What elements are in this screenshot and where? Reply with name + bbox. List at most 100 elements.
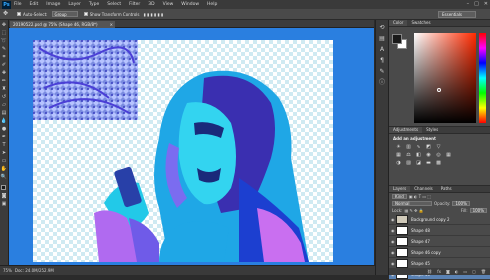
tools-panel: ✥ ⬚ ➰ ✎ ⌗ ✐ ✚ ✏ ♜ ↺ ▱ ▤ 💧 ● ✒ T ➤ ▭ ✋ 🔍 … bbox=[0, 20, 9, 265]
menu-layer[interactable]: Layer bbox=[68, 2, 81, 7]
filter-icons[interactable]: ▣ ◐ T ▭ ⬚ bbox=[409, 194, 431, 199]
brush-panel-icon[interactable]: ✎ bbox=[378, 67, 387, 76]
menu-file[interactable]: File bbox=[14, 2, 22, 7]
menu-help[interactable]: Help bbox=[207, 2, 217, 7]
tab-channels[interactable]: Channels bbox=[410, 186, 437, 192]
tab-color[interactable]: Color bbox=[389, 20, 408, 26]
new-layer-icon[interactable]: ▢ bbox=[472, 268, 476, 275]
color-balance-icon[interactable]: ⚖ bbox=[405, 152, 412, 158]
maximize-button[interactable]: □ bbox=[474, 1, 479, 7]
levels-icon[interactable]: ▥ bbox=[405, 144, 412, 150]
fx-icon[interactable]: fx bbox=[437, 268, 441, 275]
hand-icon[interactable]: ✋ bbox=[1, 166, 8, 173]
close-tab-icon[interactable]: × bbox=[110, 21, 113, 28]
pen-icon[interactable]: ✒ bbox=[1, 134, 8, 141]
lookup-icon[interactable]: ▦ bbox=[445, 152, 452, 158]
shape-icon[interactable]: ▭ bbox=[1, 158, 8, 165]
quick-select-icon[interactable]: ✎ bbox=[1, 46, 8, 53]
menu-edit[interactable]: Edit bbox=[30, 2, 39, 7]
marquee-icon[interactable]: ⬚ bbox=[1, 30, 8, 37]
selective-color-icon[interactable]: ▩ bbox=[435, 160, 442, 166]
document-tab[interactable]: 20190522.psd @ 75% (Shape 46, RGB/8*) × bbox=[10, 21, 115, 28]
history-panel-icon[interactable]: ⟲ bbox=[378, 23, 387, 32]
layer-row[interactable]: ◉ Background copy 2 bbox=[389, 214, 490, 225]
menu-select[interactable]: Select bbox=[107, 2, 121, 7]
healing-icon[interactable]: ✚ bbox=[1, 70, 8, 77]
screen-mode-icon[interactable]: ▣ bbox=[1, 201, 8, 208]
stamp-icon[interactable]: ♜ bbox=[1, 86, 8, 93]
invert-icon[interactable]: ◑ bbox=[395, 160, 402, 166]
zoom-icon[interactable]: 🔍 bbox=[1, 174, 8, 181]
channel-mixer-icon[interactable]: ◎ bbox=[435, 152, 442, 158]
history-brush-icon[interactable]: ↺ bbox=[1, 94, 8, 101]
canvas-area[interactable] bbox=[9, 28, 374, 265]
menu-3d[interactable]: 3D bbox=[148, 2, 154, 7]
eyedropper-icon[interactable]: ✐ bbox=[1, 62, 8, 69]
fill-input[interactable]: 100% bbox=[469, 208, 487, 213]
paragraph-panel-icon[interactable]: ¶ bbox=[378, 56, 387, 65]
align-icons[interactable]: ▮ ▮ ▮ ▮ ▮ ▮ bbox=[143, 12, 163, 17]
exposure-icon[interactable]: ◩ bbox=[425, 144, 432, 150]
tab-swatches[interactable]: Swatches bbox=[407, 20, 434, 26]
auto-select-dropdown[interactable]: Group bbox=[51, 11, 78, 17]
tab-layers[interactable]: Layers bbox=[389, 186, 411, 192]
crop-icon[interactable]: ⌗ bbox=[1, 54, 8, 61]
new-group-icon[interactable]: ▭ bbox=[463, 268, 467, 275]
posterize-icon[interactable]: ▨ bbox=[405, 160, 412, 166]
show-transform-checkbox[interactable] bbox=[83, 12, 88, 16]
color-picker-handle[interactable] bbox=[437, 88, 441, 92]
tab-adjustments[interactable]: Adjustments bbox=[389, 127, 423, 133]
gradient-map-icon[interactable]: ▬ bbox=[425, 160, 432, 166]
zoom-level[interactable]: 75% bbox=[3, 268, 12, 273]
auto-select-checkbox[interactable] bbox=[17, 12, 21, 16]
blend-mode-dropdown[interactable]: Normal bbox=[392, 201, 432, 206]
color-picker-field[interactable] bbox=[414, 33, 476, 123]
opacity-input[interactable]: 100% bbox=[452, 201, 470, 206]
menu-view[interactable]: View bbox=[163, 2, 174, 7]
hue-sat-icon[interactable]: ▦ bbox=[395, 152, 402, 158]
color-fg-bg[interactable] bbox=[392, 34, 408, 50]
layer-name: Shape 47 bbox=[411, 238, 430, 244]
photo-filter-icon[interactable]: ◉ bbox=[425, 152, 432, 158]
threshold-icon[interactable]: ◪ bbox=[415, 160, 422, 166]
layer-row[interactable]: ◉ Shape 47 bbox=[389, 236, 490, 247]
delete-layer-icon[interactable]: 🗑 bbox=[481, 268, 486, 275]
quick-mask-icon[interactable]: ◙ bbox=[1, 193, 8, 200]
color-swatches[interactable] bbox=[0, 185, 8, 192]
menu-window[interactable]: Window bbox=[181, 2, 199, 7]
menu-type[interactable]: Type bbox=[89, 2, 99, 7]
move-icon[interactable]: ✥ bbox=[1, 22, 8, 29]
blur-icon[interactable]: 💧 bbox=[1, 118, 8, 125]
info-panel-icon[interactable]: ⓘ bbox=[378, 78, 387, 87]
brush-icon[interactable]: ✏ bbox=[1, 78, 8, 85]
dodge-icon[interactable]: ● bbox=[1, 126, 8, 133]
path-select-icon[interactable]: ➤ bbox=[1, 150, 8, 157]
link-layers-icon[interactable]: ⛓ bbox=[427, 268, 432, 275]
layer-row[interactable]: ◉ Shape 48 bbox=[389, 225, 490, 236]
type-icon[interactable]: T bbox=[1, 142, 8, 149]
hue-slider[interactable] bbox=[479, 33, 486, 123]
character-panel-icon[interactable]: A bbox=[378, 45, 387, 54]
workspace-dropdown[interactable]: Essentials bbox=[438, 11, 476, 18]
eraser-icon[interactable]: ▱ bbox=[1, 102, 8, 109]
new-adjustment-icon[interactable]: ◐ bbox=[455, 268, 459, 275]
move-tool-icon[interactable]: ✥ bbox=[3, 10, 13, 18]
tab-styles[interactable]: Styles bbox=[422, 127, 442, 133]
menu-image[interactable]: Image bbox=[46, 2, 60, 7]
add-mask-icon[interactable]: ◙ bbox=[446, 268, 450, 275]
layer-row[interactable]: ◉ Shape 46 copy bbox=[389, 247, 490, 258]
close-button[interactable]: ✕ bbox=[484, 1, 488, 7]
brightness-icon[interactable]: ☀ bbox=[395, 144, 402, 150]
vibrance-icon[interactable]: ▽ bbox=[435, 144, 442, 150]
lock-icons[interactable]: ▦ ✎ ✥ 🔒 bbox=[404, 208, 423, 213]
menu-filter[interactable]: Filter bbox=[129, 2, 140, 7]
bw-icon[interactable]: ◧ bbox=[415, 152, 422, 158]
canvas-artwork[interactable] bbox=[9, 28, 374, 265]
curves-icon[interactable]: ∿ bbox=[415, 144, 422, 150]
properties-panel-icon[interactable]: ▤ bbox=[378, 34, 387, 43]
lasso-icon[interactable]: ➰ bbox=[1, 38, 8, 45]
layer-filter-kind[interactable]: Kind bbox=[392, 194, 407, 199]
gradient-icon[interactable]: ▤ bbox=[1, 110, 8, 117]
minimize-button[interactable]: – bbox=[467, 1, 470, 7]
tab-paths[interactable]: Paths bbox=[437, 186, 456, 192]
